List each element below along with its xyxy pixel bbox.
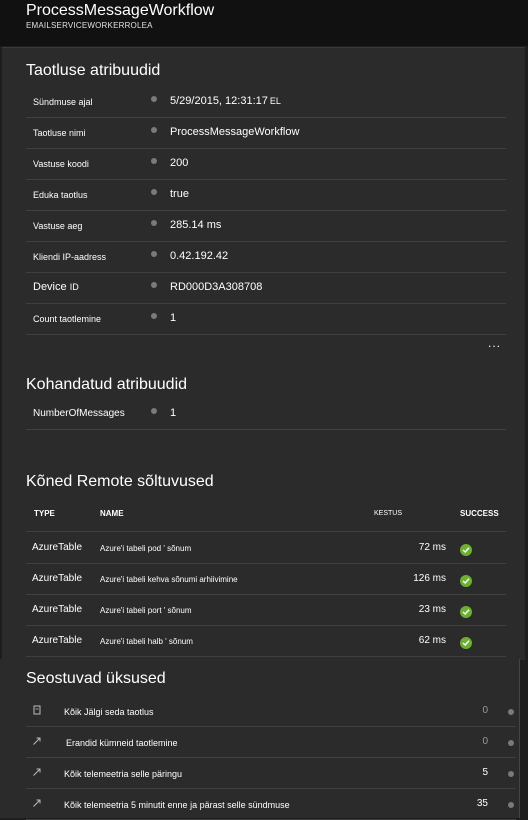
related-item-count: 0 [482, 736, 488, 747]
property-value: ProcessMessageWorkflow [170, 126, 300, 138]
property-row: Vastuse koodi 200 [26, 148, 506, 180]
related-item-count: 5 [482, 767, 488, 778]
arrow-icon [33, 799, 41, 807]
blade-header: ProcessMessageWorkflow EMAILSERVICEWORKE… [0, 0, 528, 46]
column-header-type[interactable]: TYPE [34, 509, 55, 518]
column-header-success[interactable]: SUCCESS [460, 509, 499, 518]
dependency-duration: 126 ms [413, 573, 446, 584]
arrow-icon [33, 768, 41, 776]
check-circle-icon [460, 575, 472, 587]
dependencies-table-header: TYPE NAME KESTUS SUCCESS [26, 503, 506, 532]
property-row: Sündmuse ajal 5/29/2015, 12:31:17 EL [26, 86, 506, 118]
dependency-name: Azure'i tabeli kehva sõnumi arhiivimine [100, 575, 238, 584]
info-icon[interactable] [508, 771, 514, 777]
column-header-name[interactable]: NAME [100, 509, 124, 518]
blade-title: ProcessMessageWorkflow [26, 2, 215, 19]
dependency-duration: 23 ms [418, 604, 446, 615]
property-key: Sündmuse ajal [33, 97, 93, 107]
document-icon [33, 705, 41, 715]
property-key: Taotluse nimi [33, 128, 86, 138]
dependencies-title: Kõned Remote sõltuvused [26, 473, 214, 490]
info-icon[interactable] [151, 158, 157, 164]
dependency-type: AzureTable [32, 573, 83, 584]
related-item-label: Kõik telemeetria 5 minutit enne ja päras… [64, 800, 290, 810]
related-item-label: Kõik telemeetria selle päringu [64, 769, 183, 779]
related-item-label: Kõik Jälgi seda taotlus [64, 707, 154, 717]
info-icon[interactable] [151, 189, 157, 195]
related-items-title: Seostuvad üksused [26, 670, 166, 687]
custom-properties-title: Kohandatud atribuudid [26, 376, 188, 393]
table-row[interactable]: AzureTable Azure'i tabeli port ' sõnum 2… [26, 595, 506, 626]
property-row: Device ID RD000D3A308708 [26, 272, 506, 304]
info-icon[interactable] [151, 251, 157, 257]
property-value: 1 [170, 407, 177, 419]
related-item-label: Erandid kümneid taotlemine [66, 738, 178, 748]
info-icon[interactable] [151, 313, 157, 319]
check-circle-icon [460, 606, 472, 618]
table-row[interactable]: AzureTable Azure'i tabeli kehva sõnumi a… [26, 564, 506, 595]
timezone-suffix: EL [269, 96, 281, 106]
property-value: 285.14 ms [170, 219, 222, 231]
related-item[interactable]: Kõik Jälgi seda taotlus 0 [26, 695, 516, 727]
related-item-count: 35 [476, 798, 488, 809]
info-icon[interactable] [151, 127, 157, 133]
info-icon[interactable] [508, 740, 514, 746]
property-value: 1 [170, 312, 177, 324]
more-button[interactable]: ... [488, 336, 501, 350]
dependency-type: AzureTable [32, 542, 83, 553]
property-key: Device ID [33, 281, 79, 293]
dependency-name: Azure'i tabeli port ' sõnum [100, 606, 192, 615]
info-icon[interactable] [508, 802, 514, 808]
property-row: Eduka taotlus true [26, 179, 506, 211]
property-key: NumberOfMessages [33, 408, 125, 419]
property-key: Eduka taotlus [33, 190, 88, 200]
table-row[interactable]: AzureTable Azure'i tabeli pod ' sõnum 72… [26, 533, 506, 564]
dependency-name: Azure'i tabeli halb ' sõnum [100, 637, 193, 646]
check-circle-icon [460, 637, 472, 649]
related-item-count: 0 [482, 705, 488, 716]
property-row: Taotluse nimi ProcessMessageWorkflow [26, 117, 506, 149]
arrow-icon [33, 737, 41, 745]
property-key: Count taotlemine [33, 314, 102, 324]
property-key: Vastuse aeg [33, 221, 83, 231]
table-row[interactable]: AzureTable Azure'i tabeli halb ' sõnum 6… [26, 626, 506, 657]
property-row: Kliendi IP-aadress 0.42.192.42 [26, 241, 506, 273]
dependency-duration: 62 ms [418, 635, 446, 646]
property-value: 200 [170, 157, 189, 169]
related-item[interactable]: Kõik telemeetria 5 minutit enne ja päras… [26, 788, 516, 820]
info-icon[interactable] [151, 282, 157, 288]
column-header-duration[interactable]: KESTUS [374, 510, 402, 517]
related-item[interactable]: Erandid kümneid taotlemine 0 [26, 726, 516, 758]
dependency-name: Azure'i tabeli pod ' sõnum [100, 544, 192, 553]
info-icon[interactable] [151, 96, 157, 102]
info-icon[interactable] [151, 408, 157, 414]
property-value: 5/29/2015, 12:31:17 EL [170, 95, 281, 107]
property-row: NumberOfMessages 1 [26, 398, 506, 430]
info-icon[interactable] [151, 220, 157, 226]
property-value: true [170, 188, 189, 200]
property-value: RD000D3A308708 [170, 281, 263, 293]
check-circle-icon [460, 544, 472, 556]
property-key: Kliendi IP-aadress [33, 252, 107, 262]
property-key: Vastuse koodi [33, 159, 89, 169]
property-row: Vastuse aeg 285.14 ms [26, 210, 506, 242]
blade-subtitle: EMAILSERVICEWORKERROLEA [26, 21, 153, 30]
dependency-duration: 72 ms [418, 542, 446, 553]
property-value: 0.42.192.42 [170, 250, 229, 262]
dependency-type: AzureTable [32, 635, 83, 646]
request-properties-title: Taotluse atribuudid [26, 62, 161, 79]
info-icon[interactable] [508, 709, 514, 715]
dependency-type: AzureTable [32, 604, 83, 615]
related-item[interactable]: Kõik telemeetria selle päringu 5 [26, 757, 516, 789]
property-row: Count taotlemine 1 [26, 303, 506, 335]
